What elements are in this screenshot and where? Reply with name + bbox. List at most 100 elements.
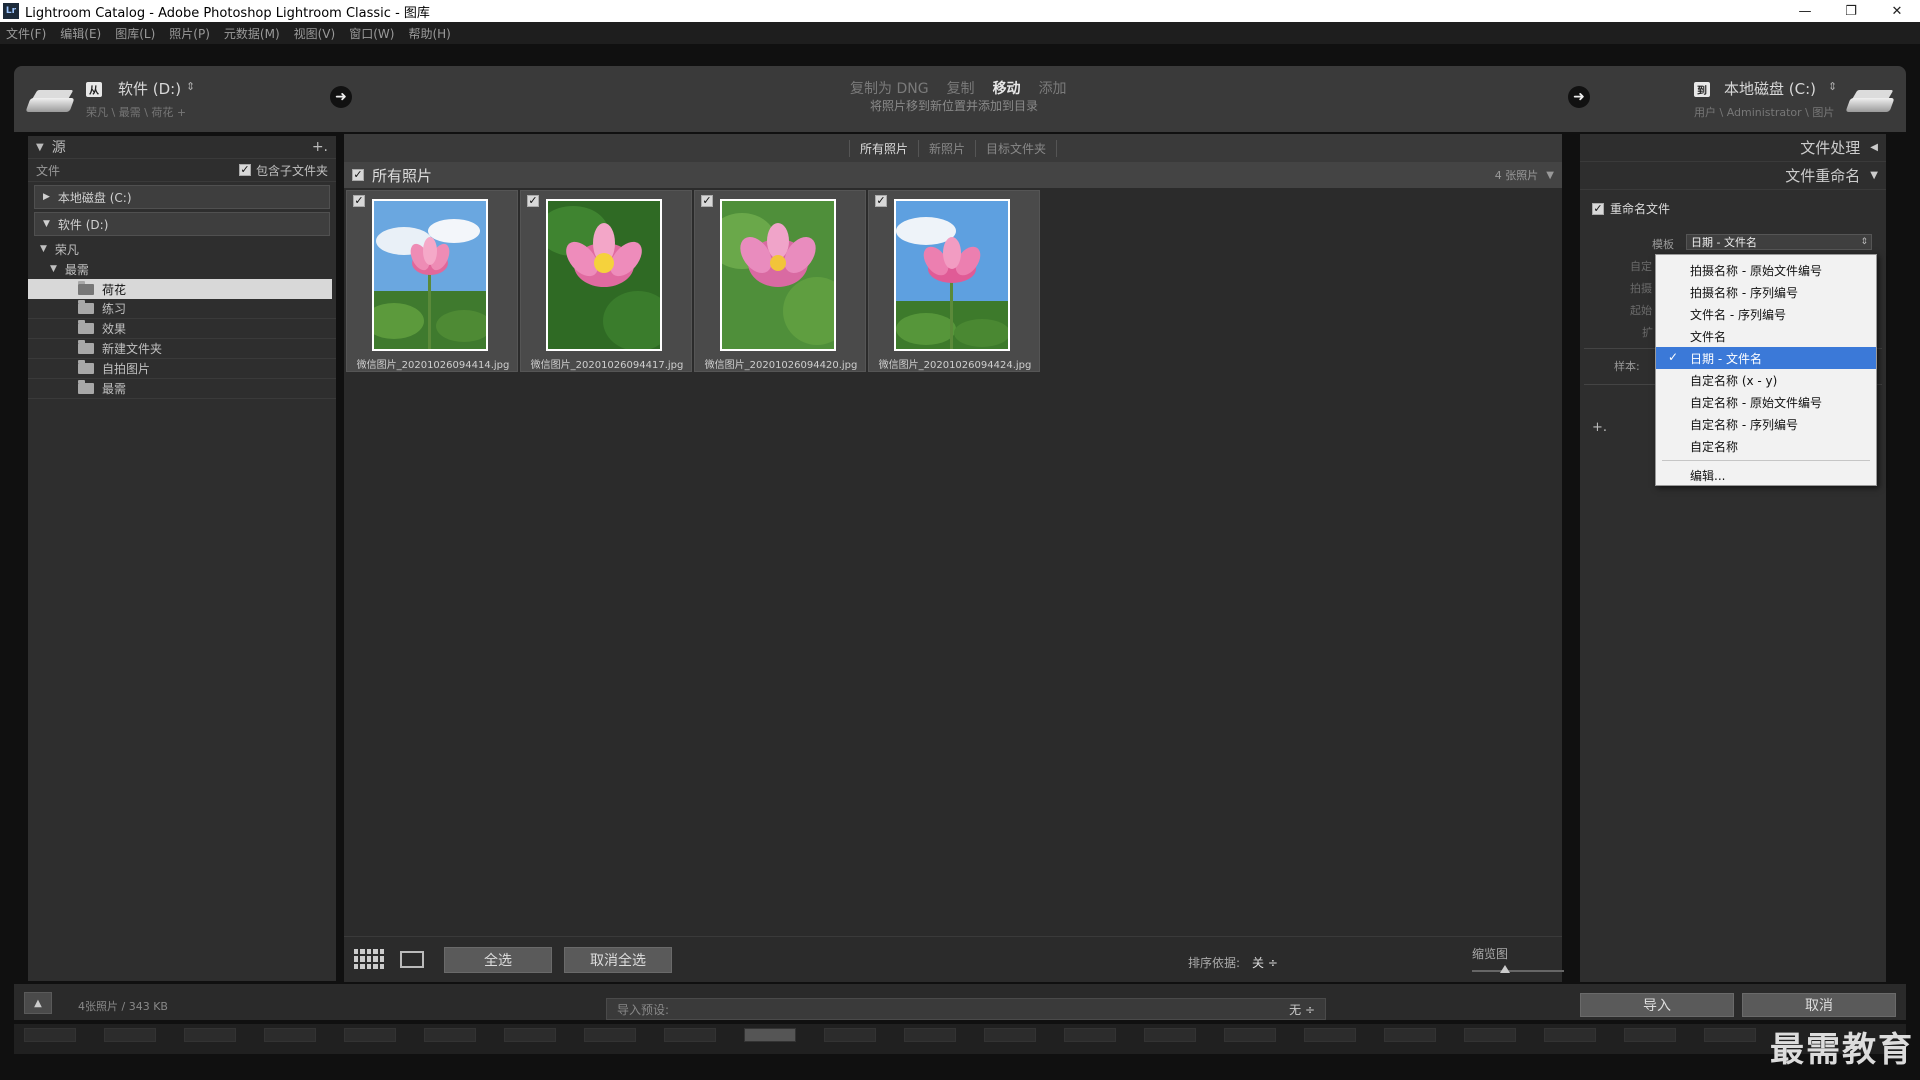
collapse-triangle-icon[interactable]: ▼: [43, 219, 50, 229]
dropdown-item-label: 日期 - 文件名: [1690, 351, 1762, 366]
import-button[interactable]: 导入: [1580, 993, 1734, 1017]
dropdown-item-selected[interactable]: ✓ 日期 - 文件名: [1656, 347, 1876, 369]
thumbnail-size-label: 缩览图: [1472, 947, 1509, 961]
photo-thumbnail[interactable]: ✓ 微信图片_20201026094420.jpg: [694, 190, 866, 372]
menu-view[interactable]: 视图(V): [294, 25, 336, 42]
tree-folder-zuixu-sub[interactable]: 最需: [28, 379, 336, 399]
expand-triangle-icon[interactable]: ▶: [43, 192, 50, 202]
filmstrip-cell: [104, 1028, 156, 1042]
mode-add[interactable]: 添加: [1039, 78, 1067, 98]
dropdown-item-label: 编辑...: [1690, 468, 1726, 483]
menu-metadata[interactable]: 元数据(M): [224, 25, 280, 42]
template-select[interactable]: 日期 - 文件名 ⇕: [1686, 234, 1872, 250]
mode-move[interactable]: 移动: [993, 78, 1021, 98]
menu-photo[interactable]: 照片(P): [169, 25, 210, 42]
cancel-button[interactable]: 取消: [1742, 993, 1896, 1017]
deselect-all-button[interactable]: 取消全选: [564, 947, 672, 973]
dropdown-item[interactable]: 自定名称 (x - y): [1656, 369, 1876, 391]
file-handling-header[interactable]: 文件处理 ◀: [1580, 134, 1886, 162]
collapse-up-icon[interactable]: ▲: [24, 992, 52, 1014]
tree-folder-zuixu[interactable]: ▼ 最需: [28, 259, 336, 279]
tree-folder-lianxi[interactable]: 练习: [28, 299, 336, 319]
collapse-triangle-icon[interactable]: ▼: [1870, 170, 1878, 181]
source-panel-header[interactable]: ▼ 源 +.: [28, 136, 336, 158]
sort-dropdown[interactable]: 关 ÷: [1252, 954, 1278, 971]
menu-library[interactable]: 图库(L): [115, 25, 155, 42]
rename-files-toggle[interactable]: ✓ 重命名文件: [1592, 200, 1670, 217]
dropdown-item[interactable]: 自定名称: [1656, 435, 1876, 457]
photo-thumbnail[interactable]: ✓ 微信图片_20201026094414.jpg: [346, 190, 518, 372]
tree-folder-hehua[interactable]: 荷花: [28, 279, 332, 299]
tab-destination-folders[interactable]: 目标文件夹: [976, 139, 1058, 157]
collapse-triangle-icon[interactable]: ▼: [40, 244, 47, 254]
close-button[interactable]: ✕: [1874, 0, 1920, 22]
photo-checkbox[interactable]: ✓: [527, 195, 539, 207]
filmstrip-cell: [664, 1028, 716, 1042]
filmstrip-cell: [1624, 1028, 1676, 1042]
checkmark-icon: ✓: [1668, 350, 1679, 364]
source-chevron-icon[interactable]: ⇕: [186, 80, 195, 93]
tree-folder-label: 最需: [64, 262, 89, 277]
grid-view-icon[interactable]: [354, 949, 384, 969]
mode-copy-dng[interactable]: 复制为 DNG: [850, 78, 929, 98]
photo-thumbnail[interactable]: ✓ 微信图片_20201026094424.jpg: [868, 190, 1040, 372]
menu-file[interactable]: 文件(F): [6, 25, 46, 42]
tree-folder-rongfan[interactable]: ▼ 荣凡: [28, 239, 336, 259]
add-preset-icon[interactable]: +.: [1592, 420, 1607, 435]
photo-filename: 微信图片_20201026094424.jpg: [878, 360, 1032, 371]
import-preset-dropdown[interactable]: 无 ÷: [1289, 1001, 1315, 1018]
menu-help[interactable]: 帮助(H): [408, 25, 450, 42]
rename-files-checkbox[interactable]: ✓: [1592, 202, 1604, 215]
thumbnail-size-slider[interactable]: [1472, 970, 1564, 972]
select-all-button[interactable]: 全选: [444, 947, 552, 973]
folder-icon: [78, 360, 94, 374]
file-handling-title: 文件处理: [1800, 139, 1861, 157]
add-source-icon[interactable]: +.: [312, 139, 328, 155]
lotus-photo: [894, 199, 1010, 351]
tab-new-photos[interactable]: 新照片: [919, 139, 976, 157]
destination-chevron-icon[interactable]: ⇕: [1828, 80, 1837, 93]
photo-thumbnail[interactable]: ✓ 微信图片_20201026094417.jpg: [520, 190, 692, 372]
mode-copy[interactable]: 复制: [947, 78, 975, 98]
dropdown-item[interactable]: 文件名 - 序列编号: [1656, 303, 1876, 325]
dropdown-item[interactable]: 拍摄名称 - 序列编号: [1656, 281, 1876, 303]
arrow-right-icon: ➜: [330, 86, 352, 108]
source-panel-title: 源: [51, 140, 66, 156]
minimize-button[interactable]: —: [1782, 0, 1828, 22]
collapse-triangle-icon[interactable]: ▼: [36, 142, 44, 153]
dropdown-edit-item[interactable]: 编辑...: [1656, 464, 1876, 486]
slider-handle[interactable]: [1500, 965, 1510, 973]
collapse-triangle-icon[interactable]: ▼: [50, 264, 57, 274]
include-subfolders-checkbox[interactable]: ✓: [238, 164, 251, 176]
filmstrip-cell: [984, 1028, 1036, 1042]
tree-folder-selfie[interactable]: 自拍图片: [28, 359, 336, 379]
tree-folder-xiaoguo[interactable]: 效果: [28, 319, 336, 339]
maximize-button[interactable]: ❐: [1828, 0, 1874, 22]
tree-folder-new[interactable]: 新建文件夹: [28, 339, 336, 359]
lotus-photo: [546, 199, 662, 351]
loupe-view-icon[interactable]: [400, 951, 424, 968]
dropdown-item[interactable]: 拍摄名称 - 原始文件编号: [1656, 259, 1876, 281]
photo-checkbox[interactable]: ✓: [701, 195, 713, 207]
destination-drive-label[interactable]: 本地磁盘 (C:): [1724, 78, 1816, 99]
dropdown-item[interactable]: 自定名称 - 序列编号: [1656, 413, 1876, 435]
menu-edit[interactable]: 编辑(E): [60, 25, 101, 42]
photo-checkbox[interactable]: ✓: [875, 195, 887, 207]
dropdown-separator: [1662, 460, 1870, 461]
chevron-down-icon[interactable]: ⇕: [1860, 237, 1868, 247]
expand-left-icon[interactable]: ◀: [1870, 142, 1878, 153]
select-all-checkbox[interactable]: ✓: [352, 169, 364, 181]
template-dropdown-menu: 拍摄名称 - 原始文件编号 拍摄名称 - 序列编号 文件名 - 序列编号 文件名…: [1655, 254, 1877, 486]
folder-icon: [78, 300, 94, 314]
dropdown-item[interactable]: 文件名: [1656, 325, 1876, 347]
source-drive-label[interactable]: 软件 (D:): [118, 78, 181, 99]
include-subfolders-toggle[interactable]: ✓ 包含子文件夹: [238, 162, 328, 179]
drive-software-d[interactable]: ▼ 软件 (D:): [34, 212, 330, 236]
drive-local-c[interactable]: ▶ 本地磁盘 (C:): [34, 185, 330, 209]
photo-checkbox[interactable]: ✓: [353, 195, 365, 207]
file-rename-header[interactable]: 文件重命名 ▼: [1580, 162, 1886, 190]
sort-triangle-icon[interactable]: ▼: [1546, 170, 1554, 181]
menu-window[interactable]: 窗口(W): [349, 25, 394, 42]
dropdown-item[interactable]: 自定名称 - 原始文件编号: [1656, 391, 1876, 413]
tab-all-photos[interactable]: 所有照片: [848, 139, 919, 157]
